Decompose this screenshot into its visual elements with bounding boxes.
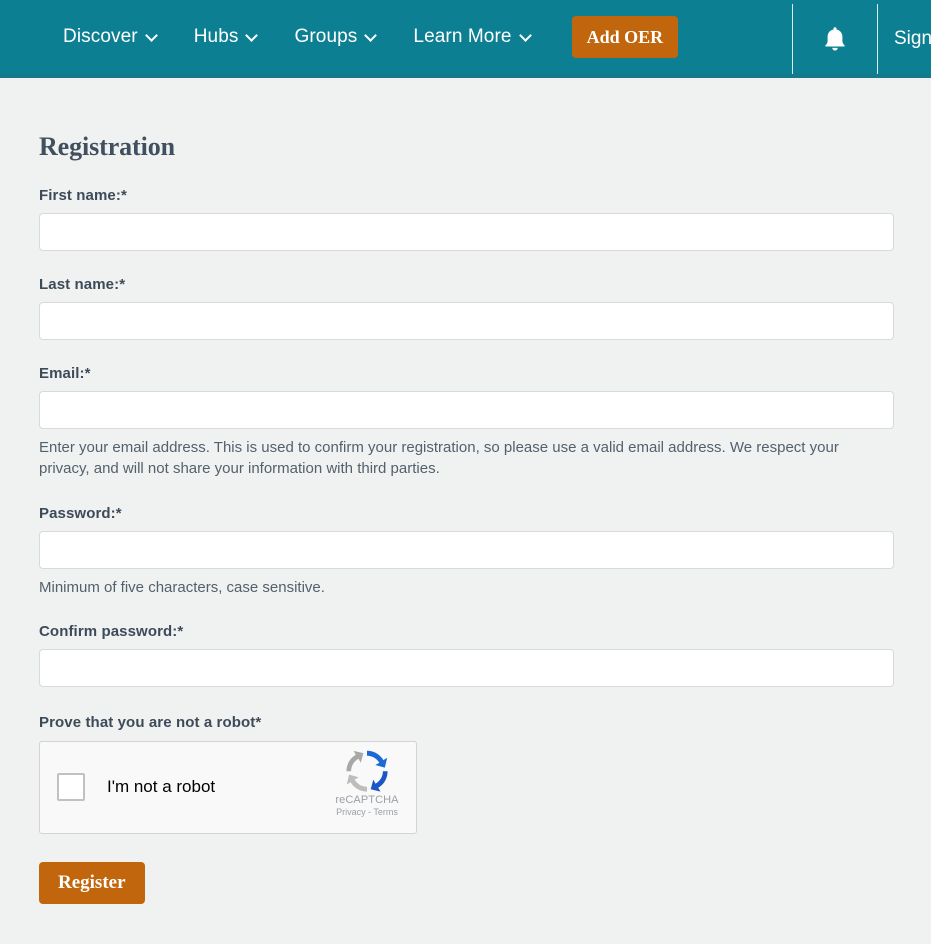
confirm-password-input[interactable] xyxy=(39,648,894,687)
register-button[interactable]: Register xyxy=(39,861,145,904)
notifications-button[interactable] xyxy=(792,4,877,74)
field-group-email: Email:* Enter your email address. This i… xyxy=(39,365,931,480)
email-input[interactable] xyxy=(39,391,894,429)
recaptcha-widget[interactable]: I'm not a robot reCAPTCHA Privacy - Term… xyxy=(39,740,417,834)
email-help-text: Enter your email address. This is used t… xyxy=(39,439,839,478)
recaptcha-brand-name: reCAPTCHA xyxy=(335,793,399,806)
password-help-text: Minimum of five characters, case sensiti… xyxy=(39,578,325,596)
primary-nav-links: Discover Hubs Groups Learn More Add OER xyxy=(0,0,679,74)
nav-item-learn-more[interactable]: Learn More xyxy=(413,26,531,48)
captcha-label: Prove that you are not a robot* xyxy=(39,713,262,731)
recaptcha-legal-links[interactable]: Privacy - Terms xyxy=(328,807,406,817)
sign-in-link[interactable]: Sign xyxy=(878,4,931,74)
last-name-input[interactable] xyxy=(39,302,894,340)
page-title: Registration xyxy=(39,132,175,161)
nav-item-hubs[interactable]: Hubs xyxy=(194,26,259,48)
field-group-last-name: Last name:* xyxy=(39,276,931,340)
recaptcha-branding: reCAPTCHA Privacy - Terms xyxy=(328,750,406,817)
field-group-password: Password:* Minimum of five characters, c… xyxy=(39,505,931,598)
recaptcha-checkbox-label: I'm not a robot xyxy=(107,777,216,797)
field-group-first-name: First name:* xyxy=(39,187,931,251)
nav-item-discover[interactable]: Discover xyxy=(63,26,158,48)
chevron-down-icon xyxy=(366,30,377,41)
add-oer-button[interactable]: Add OER xyxy=(571,16,679,58)
chevron-down-icon xyxy=(247,30,258,41)
nav-item-groups-label: Groups xyxy=(294,26,358,47)
nav-item-learn-more-label: Learn More xyxy=(413,26,512,47)
recaptcha-checkbox[interactable] xyxy=(57,773,85,802)
chevron-down-icon xyxy=(147,30,158,41)
first-name-input[interactable] xyxy=(39,213,894,251)
email-label: Email:* xyxy=(39,365,91,382)
sign-in-label: Sign xyxy=(894,28,931,49)
bell-icon xyxy=(824,27,845,51)
password-input[interactable] xyxy=(39,530,894,569)
password-label: Password:* xyxy=(39,504,122,522)
recaptcha-logo-icon xyxy=(346,750,388,792)
first-name-label: First name:* xyxy=(39,187,127,204)
registration-page: Registration First name:* Last name:* Em… xyxy=(0,78,931,904)
field-group-captcha: Prove that you are not a robot* I'm not … xyxy=(39,714,931,834)
nav-item-groups[interactable]: Groups xyxy=(294,26,377,48)
chevron-down-icon xyxy=(521,30,532,41)
nav-item-discover-label: Discover xyxy=(63,26,138,47)
top-navigation-bar: Discover Hubs Groups Learn More Add OER … xyxy=(0,0,931,78)
confirm-password-label: Confirm password:* xyxy=(39,622,184,640)
last-name-label: Last name:* xyxy=(39,276,126,293)
field-group-confirm-password: Confirm password:* xyxy=(39,623,931,687)
nav-item-hubs-label: Hubs xyxy=(193,26,239,47)
